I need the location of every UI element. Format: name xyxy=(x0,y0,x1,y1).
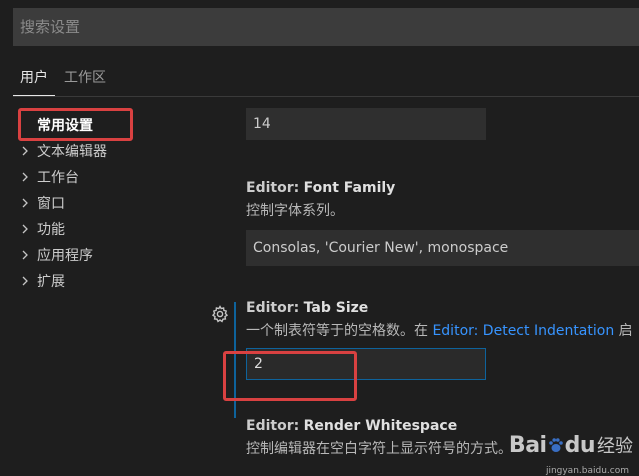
scope-tabs: 用户 工作区 xyxy=(13,60,639,97)
sidebar-item-common-settings[interactable]: 常用设置 xyxy=(0,112,200,138)
sidebar-item-label: 文本编辑器 xyxy=(37,144,107,160)
tab-size-input[interactable] xyxy=(246,348,486,380)
setting-description: 一个制表符等于的空格数。在 Editor: Detect Indentation… xyxy=(246,320,639,340)
sidebar-item-label: 窗口 xyxy=(37,196,65,212)
sidebar-item-label: 扩展 xyxy=(37,274,65,290)
setting-tab-size: Editor: Tab Size 一个制表符等于的空格数。在 Editor: D… xyxy=(246,300,639,380)
chevron-right-icon xyxy=(17,198,33,208)
sidebar-item-text-editor[interactable]: 文本编辑器 xyxy=(0,138,200,164)
setting-category: Editor: xyxy=(246,300,300,316)
setting-name: Tab Size xyxy=(303,300,369,316)
settings-editor: 用户 工作区 常用设置 文本编辑器 工作台 窗口 xyxy=(0,0,639,476)
baidu-jingyan-watermark: Bai du 经验 xyxy=(509,432,633,458)
gear-icon[interactable] xyxy=(211,305,229,323)
search-input[interactable] xyxy=(20,18,632,36)
setting-font-family: Editor: Font Family 控制字体系列。 xyxy=(246,180,639,266)
chevron-right-icon xyxy=(17,146,33,156)
settings-toc: 常用设置 文本编辑器 工作台 窗口 功能 应用程序 扩展 xyxy=(0,112,200,294)
search-bar[interactable] xyxy=(13,8,639,46)
detect-indentation-link[interactable]: Editor: Detect Indentation xyxy=(432,323,614,339)
setting-title: Editor: Tab Size xyxy=(246,300,639,316)
sidebar-item-label: 应用程序 xyxy=(37,248,93,264)
sidebar-item-label: 功能 xyxy=(37,222,65,238)
sidebar-item-extensions[interactable]: 扩展 xyxy=(0,268,200,294)
chevron-right-icon xyxy=(17,250,33,260)
sidebar-item-label: 工作台 xyxy=(37,170,79,186)
sidebar-item-workbench[interactable]: 工作台 xyxy=(0,164,200,190)
setting-name: Font Family xyxy=(303,180,396,196)
sidebar-item-application[interactable]: 应用程序 xyxy=(0,242,200,268)
chevron-right-icon xyxy=(17,276,33,286)
description-text: 启 xyxy=(614,323,633,339)
watermark-url: jingyan.baidu.com xyxy=(545,466,629,476)
sidebar-item-window[interactable]: 窗口 xyxy=(0,190,200,216)
description-text: 一个制表符等于的空格数。在 xyxy=(246,323,433,339)
setting-category: Editor: xyxy=(246,418,300,434)
sidebar-item-features[interactable]: 功能 xyxy=(0,216,200,242)
watermark-text: 经验 xyxy=(597,436,633,457)
chevron-right-icon xyxy=(17,172,33,182)
setting-title: Editor: Font Family xyxy=(246,180,639,196)
paw-icon xyxy=(548,437,563,452)
setting-category: Editor: xyxy=(246,180,300,196)
font-size-input[interactable] xyxy=(246,108,486,140)
tab-workspace[interactable]: 工作区 xyxy=(57,60,113,88)
chevron-right-icon xyxy=(17,224,33,234)
focus-indicator xyxy=(234,302,236,418)
tab-user[interactable]: 用户 xyxy=(13,60,55,96)
setting-name: Render Whitespace xyxy=(303,418,458,434)
watermark-logo: Bai du xyxy=(508,432,596,458)
settings-list: Editor: Font Family 控制字体系列。 Editor: Tab … xyxy=(246,108,639,458)
font-family-input[interactable] xyxy=(246,230,639,266)
setting-description: 控制字体系列。 xyxy=(246,203,344,219)
sidebar-item-label: 常用设置 xyxy=(37,118,93,134)
